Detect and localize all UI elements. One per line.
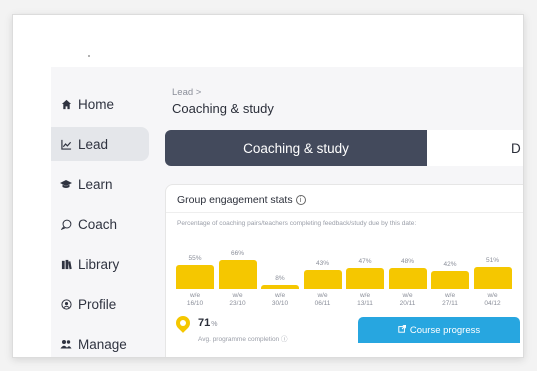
card-subtitle: Percentage of coaching pairs/teachers co…	[177, 220, 417, 227]
app-shell: Home Lead Learn Coach Library Profile Ma…	[51, 67, 523, 357]
sidebar: Home Lead Learn Coach Library Profile Ma…	[51, 87, 149, 357]
bar-value-label: 47%	[358, 258, 372, 266]
sidebar-item-library[interactable]: Library	[51, 247, 149, 281]
tab-bar: Coaching & study D	[165, 130, 523, 166]
sidebar-item-manage[interactable]: Manage	[51, 327, 149, 357]
sidebar-item-learn[interactable]: Learn	[51, 167, 149, 201]
course-progress-label: Course progress	[409, 324, 481, 336]
bar-value-label: 51%	[485, 256, 499, 264]
sidebar-item-label: Profile	[78, 296, 117, 312]
sidebar-item-label: Coach	[78, 216, 118, 232]
location-pin-icon	[173, 313, 193, 333]
chart-bar	[218, 259, 257, 289]
page-title: Coaching & study	[172, 101, 274, 116]
divider	[166, 212, 523, 213]
chart-bar	[261, 285, 299, 289]
chart-bar	[176, 264, 214, 289]
avg-value-number: 71	[198, 317, 211, 329]
bar-category-label: w/e 27/11	[442, 292, 458, 307]
sidebar-item-coach[interactable]: Coach	[51, 207, 149, 241]
sidebar-item-home[interactable]: Home	[51, 87, 149, 121]
avg-completion-label: Avg. programme completion ⓘ	[198, 336, 288, 343]
books-icon	[59, 259, 73, 270]
card-title-text: Group engagement stats	[177, 194, 293, 206]
sidebar-item-label: Home	[78, 96, 115, 112]
sidebar-item-label: Lead	[78, 136, 109, 152]
user-circle-icon	[59, 298, 73, 310]
chart-bar	[431, 270, 469, 289]
sidebar-item-label: Manage	[78, 336, 127, 352]
chart-bar	[473, 266, 512, 289]
info-icon[interactable]: i	[295, 195, 306, 205]
main-content: Lead > Coaching & study Coaching & study…	[165, 67, 523, 357]
chat-bubble-icon	[59, 219, 73, 230]
chart-bar	[346, 268, 384, 289]
external-link-icon	[398, 324, 406, 335]
bar-value-label: 48%	[400, 257, 414, 265]
sidebar-item-lead[interactable]: Lead	[51, 127, 149, 161]
avg-value-unit: %	[211, 321, 218, 328]
decorative-dot	[88, 55, 90, 57]
tab-coaching-study[interactable]: Coaching & study	[165, 130, 427, 166]
chart-bar	[388, 267, 427, 289]
bar-category-label: w/e 06/11	[314, 292, 331, 307]
graduation-cap-icon	[59, 179, 73, 189]
bar-value-label: 55%	[188, 254, 202, 262]
engagement-stats-card: Group engagement stats i Percentage of c…	[165, 184, 523, 357]
tab-second[interactable]: D	[427, 130, 523, 166]
bar-category-label: w/e 13/11	[357, 292, 373, 307]
card-title: Group engagement stats i	[177, 194, 306, 206]
bar-category-label: w/e 20/11	[399, 292, 416, 307]
app-window: Home Lead Learn Coach Library Profile Ma…	[12, 14, 524, 358]
sidebar-item-profile[interactable]: Profile	[51, 287, 149, 321]
bar-category-label: w/e 04/12	[484, 292, 501, 307]
bar-category-label: w/e 16/10	[186, 292, 204, 307]
chart-icon	[59, 139, 73, 150]
bar-category-label: w/e 30/10	[271, 292, 289, 307]
bar-value-label: 43%	[315, 260, 329, 268]
chart-bar	[303, 270, 342, 289]
avg-completion-value: 71%	[198, 317, 217, 329]
bar-value-label: 66%	[230, 249, 244, 257]
sidebar-item-label: Library	[78, 256, 120, 272]
breadcrumb[interactable]: Lead >	[172, 87, 201, 98]
engagement-bar-chart: 55% w/e 16/10 66% w/e 23/10 8% w/e 30/10 43% w/e 06…	[176, 240, 523, 310]
bar-value-label: 42%	[443, 260, 457, 268]
users-icon	[59, 339, 73, 349]
course-progress-button[interactable]: Course progress	[358, 317, 520, 343]
bar-value-label: 8%	[275, 275, 285, 283]
sidebar-item-label: Learn	[78, 176, 113, 192]
home-icon	[59, 99, 73, 110]
bar-category-label: w/e 23/10	[229, 292, 246, 307]
